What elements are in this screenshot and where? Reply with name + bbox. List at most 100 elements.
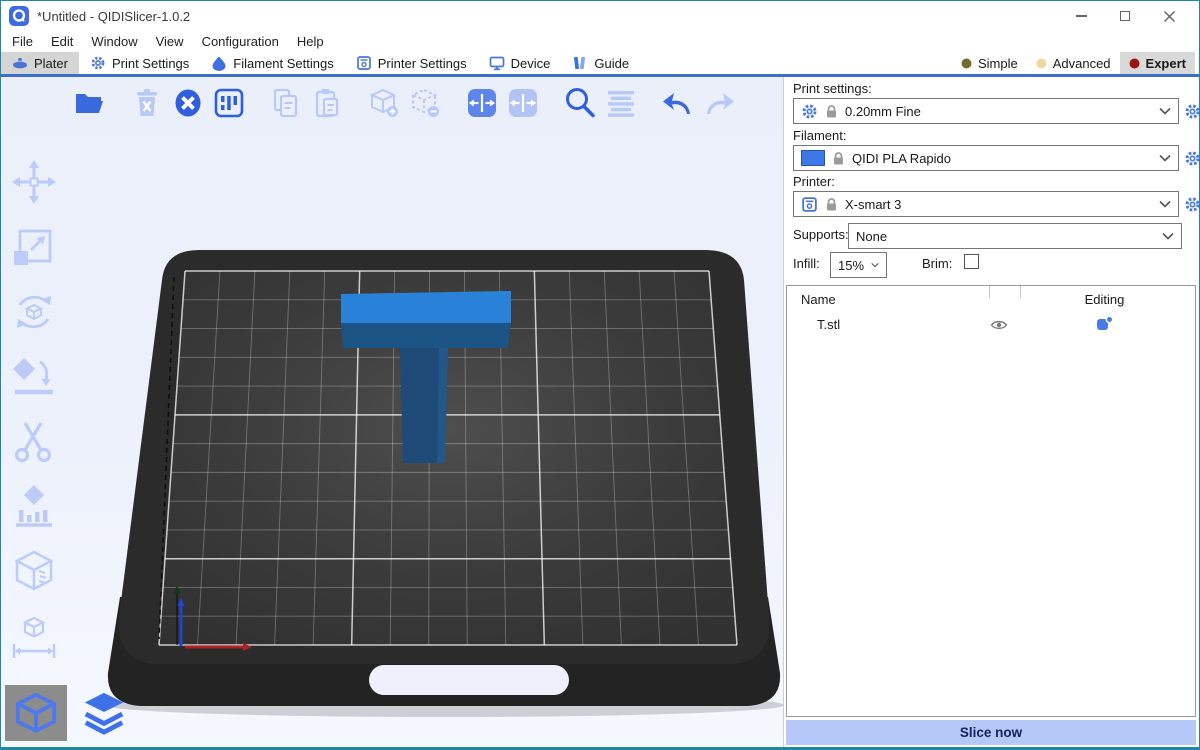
tab-label: Plater: [34, 56, 68, 71]
device-icon: [489, 55, 505, 71]
menu-window[interactable]: Window: [82, 34, 146, 49]
supports-value: None: [856, 229, 887, 244]
delete-button[interactable]: [130, 85, 164, 121]
delete-all-icon: [172, 87, 204, 119]
variable-layer-height-icon: [605, 87, 637, 119]
rotate-button[interactable]: [7, 287, 61, 337]
gear-icon: [1184, 196, 1200, 213]
guide-icon: [572, 55, 588, 71]
gear-icon: [1184, 150, 1200, 167]
menu-help[interactable]: Help: [288, 34, 333, 49]
split-to-parts-icon: [507, 87, 539, 119]
split-to-objects-icon: [466, 87, 498, 119]
view-switch: [5, 685, 135, 741]
printer-combo[interactable]: X-smart 3: [793, 191, 1179, 217]
tab-print-settings[interactable]: Print Settings: [79, 52, 200, 74]
undo-button[interactable]: [661, 85, 695, 121]
split-to-objects-button[interactable]: [465, 85, 499, 121]
menu-file[interactable]: File: [3, 34, 42, 49]
tab-plater[interactable]: Plater: [1, 52, 79, 74]
object-list-row[interactable]: T.stl: [787, 312, 1195, 337]
mode-simple[interactable]: Simple: [952, 52, 1027, 74]
model-t-bar-front-face: [341, 323, 511, 348]
tab-bar: Plater Print Settings Filament Settings …: [1, 52, 1199, 77]
rotate-icon: [10, 288, 58, 336]
filament-edit-button[interactable]: [1183, 149, 1200, 167]
remove-instance-button[interactable]: [408, 85, 442, 121]
brim-checkbox[interactable]: [964, 254, 979, 269]
gear-icon: [90, 55, 106, 71]
print-settings-label: Print settings:: [793, 81, 872, 96]
expert-mode-dot-icon: [1129, 58, 1140, 69]
maximize-button[interactable]: [1103, 1, 1147, 31]
variable-layer-height-button[interactable]: [604, 85, 638, 121]
minimize-button[interactable]: [1059, 1, 1103, 31]
tab-guide[interactable]: Guide: [561, 52, 640, 74]
paste-icon: [311, 87, 343, 119]
editor-cube-icon: [13, 690, 59, 736]
supports-combo[interactable]: None: [848, 223, 1182, 249]
copy-button[interactable]: [269, 85, 303, 121]
column-header-editing: Editing: [1014, 292, 1195, 307]
scale-button[interactable]: [7, 222, 61, 272]
supports-label: Supports:: [793, 227, 849, 242]
mode-label: Advanced: [1053, 56, 1111, 71]
viewport-3d[interactable]: [1, 77, 783, 747]
lock-icon: [825, 197, 838, 212]
tab-printer-settings[interactable]: Printer Settings: [345, 52, 478, 74]
slice-now-button[interactable]: Slice now: [786, 720, 1196, 745]
editor-view-button[interactable]: [5, 685, 67, 741]
tab-device[interactable]: Device: [478, 52, 562, 74]
copy-icon: [270, 87, 302, 119]
column-separator[interactable]: [989, 286, 990, 298]
paint-on-supports-button[interactable]: [7, 482, 61, 532]
tab-filament-settings[interactable]: Filament Settings: [200, 52, 344, 74]
print-settings-combo[interactable]: 0.20mm Fine: [793, 98, 1179, 124]
delete-all-button[interactable]: [171, 85, 205, 121]
add-instance-button[interactable]: [367, 85, 401, 121]
menu-edit[interactable]: Edit: [42, 34, 82, 49]
chevron-down-icon: [1159, 107, 1171, 115]
eye-icon[interactable]: [990, 319, 1008, 331]
column-separator[interactable]: [1020, 286, 1021, 298]
paste-button[interactable]: [310, 85, 344, 121]
advanced-mode-dot-icon: [1036, 58, 1047, 69]
menu-bar: File Edit Window View Configuration Help: [1, 31, 1199, 52]
open-button[interactable]: [73, 85, 107, 121]
chevron-down-icon: [1159, 154, 1171, 162]
app-logo-icon: [9, 6, 29, 26]
infill-combo[interactable]: 15%: [830, 252, 887, 278]
tab-label: Device: [511, 56, 551, 71]
maximize-icon: [1120, 11, 1130, 21]
mode-expert[interactable]: Expert: [1120, 52, 1195, 74]
seam-painting-button[interactable]: [7, 547, 61, 597]
printer-icon: [356, 55, 372, 71]
split-to-parts-button[interactable]: [506, 85, 540, 121]
move-button[interactable]: [7, 157, 61, 207]
plater-icon: [12, 55, 28, 71]
print-settings-edit-button[interactable]: [1183, 102, 1200, 120]
object-list-header: Name Editing: [787, 286, 1195, 312]
place-on-face-icon: [10, 353, 58, 401]
filament-combo[interactable]: QIDI PLA Rapido: [793, 145, 1179, 171]
move-icon: [10, 158, 58, 206]
close-button[interactable]: [1147, 1, 1191, 31]
bed-handle-cutout: [369, 665, 569, 695]
print-bed-scene: [1, 77, 783, 747]
mode-label: Expert: [1146, 56, 1186, 71]
window-title: *Untitled - QIDISlicer-1.0.2: [37, 9, 190, 24]
search-button[interactable]: [563, 85, 597, 121]
preview-view-button[interactable]: [73, 685, 135, 741]
measure-button[interactable]: [7, 612, 61, 662]
printer-edit-button[interactable]: [1183, 195, 1200, 213]
arrange-button[interactable]: [212, 85, 246, 121]
menu-configuration[interactable]: Configuration: [193, 34, 288, 49]
place-on-face-button[interactable]: [7, 352, 61, 402]
print-settings-value: 0.20mm Fine: [845, 104, 921, 119]
menu-view[interactable]: View: [147, 34, 193, 49]
edit-object-icon[interactable]: [1096, 315, 1114, 331]
redo-button[interactable]: [702, 85, 736, 121]
cut-button[interactable]: [7, 417, 61, 467]
chevron-down-icon: [871, 261, 879, 269]
mode-advanced[interactable]: Advanced: [1027, 52, 1120, 74]
